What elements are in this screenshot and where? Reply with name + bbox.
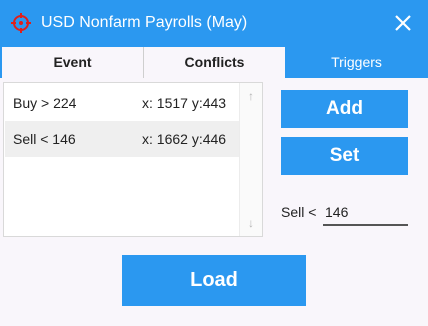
trigger-condition: Buy > 224 bbox=[13, 95, 77, 111]
list-item[interactable]: Sell < 146 x: 1662 y:446 bbox=[5, 121, 239, 157]
triggers-list[interactable]: Buy > 224 x: 1517 y:443 Sell < 146 x: 16… bbox=[3, 82, 263, 237]
arrow-up-icon[interactable]: ↑ bbox=[240, 85, 262, 107]
tab-triggers[interactable]: Triggers bbox=[285, 47, 428, 78]
set-button[interactable]: Set bbox=[281, 137, 408, 175]
list-item[interactable]: Buy > 224 x: 1517 y:443 bbox=[5, 85, 239, 121]
trigger-condition: Sell < 146 bbox=[13, 131, 76, 147]
tab-event[interactable]: Event bbox=[2, 47, 143, 78]
close-icon[interactable] bbox=[390, 10, 416, 36]
arrow-down-icon[interactable]: ↓ bbox=[240, 212, 262, 234]
tab-bar: Event Conflicts Triggers bbox=[0, 47, 428, 78]
trigger-coordinates: x: 1662 y:446 bbox=[142, 131, 227, 147]
window-title: USD Nonfarm Payrolls (May) bbox=[41, 14, 248, 31]
condition-label: Sell < bbox=[281, 204, 317, 220]
tab-conflicts[interactable]: Conflicts bbox=[143, 47, 285, 78]
title-bar: USD Nonfarm Payrolls (May) bbox=[0, 0, 428, 47]
trigger-coordinates: x: 1517 y:443 bbox=[142, 95, 227, 111]
load-button[interactable]: Load bbox=[122, 255, 306, 306]
condition-value-input[interactable] bbox=[323, 200, 408, 226]
crosshair-icon bbox=[11, 13, 31, 33]
add-button[interactable]: Add bbox=[281, 90, 408, 128]
list-scrollbar[interactable]: ↑ ↓ bbox=[239, 83, 262, 236]
dialog-window: USD Nonfarm Payrolls (May) Event Conflic… bbox=[0, 0, 428, 326]
